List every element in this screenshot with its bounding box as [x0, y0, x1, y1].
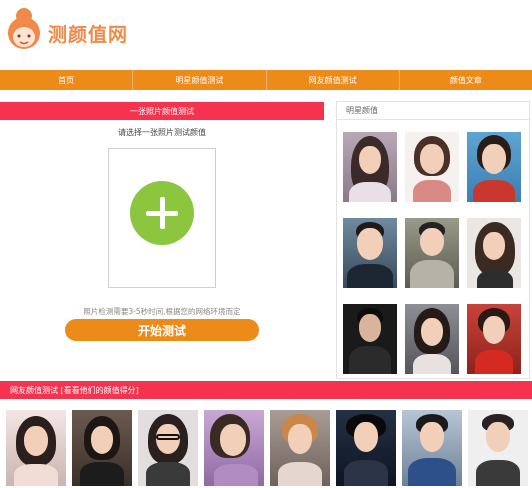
- celebrity-panel: 明星颜值: [336, 101, 530, 379]
- user-photo[interactable]: [270, 410, 330, 486]
- plus-icon[interactable]: [130, 181, 194, 245]
- main-nav: 首页 明星颜值测试 网友颜值测试 颜值文章: [0, 70, 532, 90]
- user-photo[interactable]: [204, 410, 264, 486]
- user-photo[interactable]: [138, 410, 198, 486]
- header: 测颜值网: [0, 0, 532, 68]
- celebrity-photo[interactable]: [405, 132, 459, 202]
- celebrity-photo[interactable]: [343, 132, 397, 202]
- celebrity-photo[interactable]: [405, 218, 459, 288]
- user-photo[interactable]: [6, 410, 66, 486]
- nav-item-articles[interactable]: 颜值文章: [400, 70, 532, 90]
- start-test-button[interactable]: 开始测试: [65, 319, 259, 341]
- user-photo[interactable]: [468, 410, 528, 486]
- celebrity-photo[interactable]: [343, 304, 397, 374]
- girl-face-logo-icon[interactable]: [4, 6, 44, 52]
- user-photo[interactable]: [402, 410, 462, 486]
- celebrity-photo[interactable]: [343, 218, 397, 288]
- celebrity-photo[interactable]: [405, 304, 459, 374]
- photo-upload-box[interactable]: [108, 148, 216, 288]
- celebrity-photo[interactable]: [467, 132, 521, 202]
- nav-item-user-test[interactable]: 网友颜值测试: [267, 70, 400, 90]
- tester-title-bar: 一张照片颜值测试: [0, 102, 324, 120]
- processing-tip: 照片检测需要3-5秒时间,根据您的网络环境而定: [83, 307, 241, 316]
- celebrity-photo[interactable]: [467, 304, 521, 374]
- celebrity-photo[interactable]: [467, 218, 521, 288]
- user-test-bar: 网友颜值测试 [看看他们的颜值得分]: [0, 381, 532, 399]
- nav-item-home[interactable]: 首页: [0, 70, 134, 90]
- logo-text[interactable]: 测颜值网: [48, 20, 128, 47]
- user-photo[interactable]: [72, 410, 132, 486]
- user-photo[interactable]: [336, 410, 396, 486]
- celebrity-panel-title: 明星颜值: [337, 102, 529, 120]
- nav-item-celebrity-test[interactable]: 明星颜值测试: [133, 70, 267, 90]
- upload-hint: 请选择一张照片测试颜值: [118, 128, 206, 137]
